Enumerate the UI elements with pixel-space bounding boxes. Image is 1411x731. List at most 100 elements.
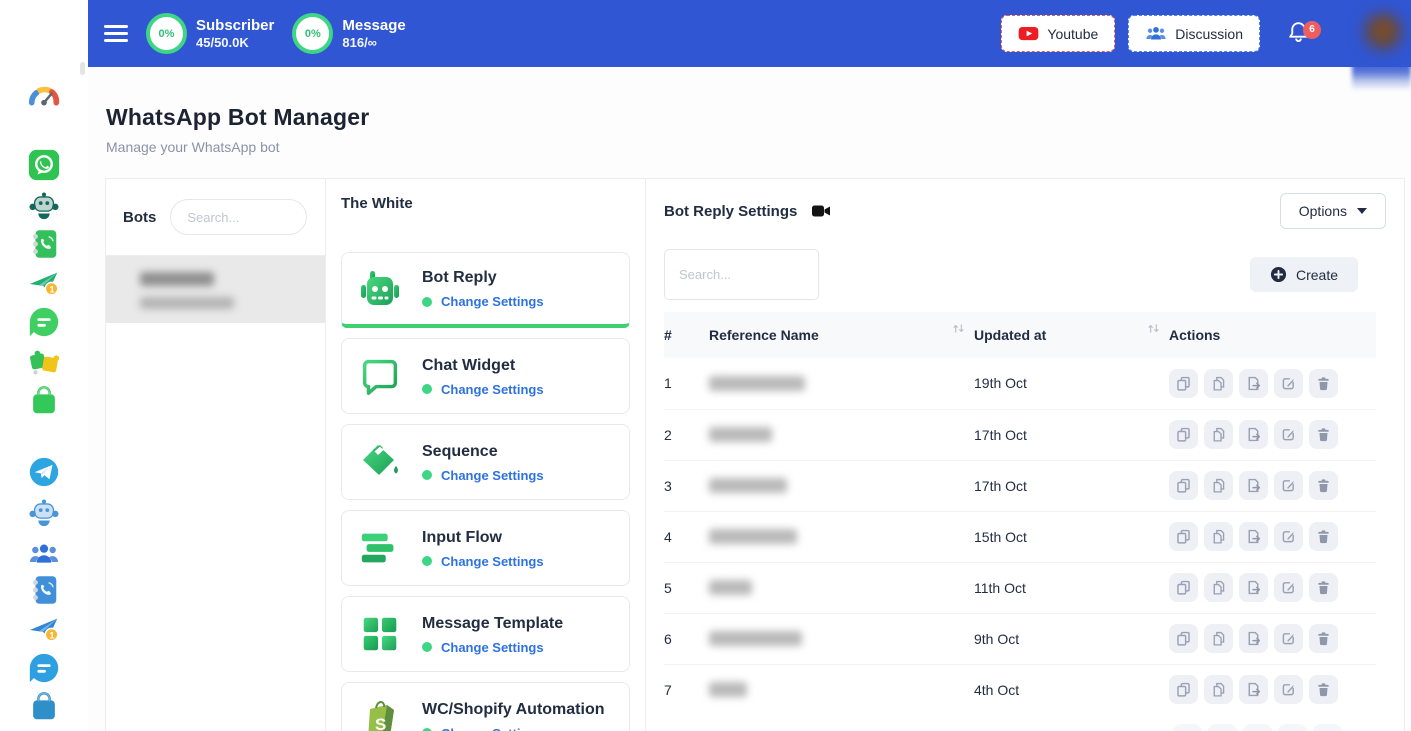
export-button[interactable]: [1239, 573, 1268, 602]
telegram-shop-icon[interactable]: [27, 690, 61, 724]
card-input-flow[interactable]: Input Flow Change Settings: [341, 510, 630, 586]
export-button[interactable]: [1239, 369, 1268, 398]
card-message-template[interactable]: Message Template Change Settings: [341, 596, 630, 672]
user-avatar[interactable]: [1352, 0, 1411, 67]
duplicate-button[interactable]: [1204, 624, 1233, 653]
copy-button[interactable]: [1169, 420, 1198, 449]
change-settings-link[interactable]: Change Settings: [422, 726, 605, 731]
page-title: WhatsApp Bot Manager: [106, 104, 1411, 131]
input-flow-icon: [356, 524, 404, 572]
duplicate-button[interactable]: [1208, 724, 1237, 731]
create-button[interactable]: Create: [1250, 257, 1358, 292]
edit-button[interactable]: [1274, 624, 1303, 653]
notifications-button[interactable]: 6: [1286, 19, 1311, 49]
row-number: 2: [664, 409, 709, 460]
export-button[interactable]: [1243, 724, 1272, 731]
updated-at-cell: 9th Oct: [974, 613, 1169, 664]
duplicate-button[interactable]: [1204, 420, 1233, 449]
table-row: 6 9th Oct: [664, 613, 1376, 664]
card-chat-widget[interactable]: Chat Widget Change Settings: [341, 338, 630, 414]
telegram-broadcast-icon[interactable]: [27, 612, 61, 646]
discussion-button-label: Discussion: [1175, 26, 1243, 42]
delete-button[interactable]: [1309, 675, 1338, 704]
duplicate-button[interactable]: [1204, 369, 1233, 398]
duplicate-button[interactable]: [1204, 573, 1233, 602]
delete-button[interactable]: [1313, 724, 1342, 731]
edit-button[interactable]: [1274, 573, 1303, 602]
change-settings-link[interactable]: Change Settings: [422, 294, 544, 309]
edit-button[interactable]: [1274, 522, 1303, 551]
edit-button[interactable]: [1274, 675, 1303, 704]
edit-button[interactable]: [1274, 420, 1303, 449]
copy-button[interactable]: [1169, 573, 1198, 602]
status-dot: [422, 297, 432, 307]
bot-list-item-selected[interactable]: [106, 256, 325, 323]
whatsapp-chat-icon[interactable]: [27, 305, 61, 339]
telegram-contacts-icon[interactable]: [27, 573, 61, 607]
discussion-button[interactable]: Discussion: [1128, 15, 1260, 52]
export-button[interactable]: [1239, 675, 1268, 704]
edit-button[interactable]: [1278, 724, 1307, 731]
message-label: Message: [342, 17, 405, 35]
duplicate-button[interactable]: [1204, 471, 1233, 500]
change-settings-link[interactable]: Change Settings: [422, 468, 544, 483]
telegram-chat-icon[interactable]: [27, 651, 61, 685]
duplicate-button[interactable]: [1204, 522, 1233, 551]
copy-button[interactable]: [1169, 675, 1198, 704]
column-header-reference-name[interactable]: Reference Name: [709, 312, 974, 358]
sidebar-scrollbar-thumb[interactable]: [80, 62, 85, 75]
message-value: 816/∞: [342, 35, 405, 51]
delete-button[interactable]: [1309, 471, 1338, 500]
sort-icon[interactable]: [1146, 321, 1161, 336]
options-button[interactable]: Options: [1280, 193, 1386, 229]
selected-bot-title: The White: [341, 195, 630, 212]
copy-button[interactable]: [1169, 624, 1198, 653]
edit-button[interactable]: [1274, 369, 1303, 398]
sort-icon[interactable]: [951, 321, 966, 336]
column-header-updated-at[interactable]: Updated at: [974, 312, 1169, 358]
whatsapp-bot-icon[interactable]: [27, 188, 61, 222]
telegram-icon[interactable]: [27, 455, 61, 489]
export-button[interactable]: [1239, 522, 1268, 551]
change-settings-link[interactable]: Change Settings: [422, 640, 563, 655]
card-bot-reply[interactable]: Bot Reply Change Settings: [341, 252, 630, 328]
telegram-groups-icon[interactable]: [27, 534, 61, 568]
edit-button[interactable]: [1274, 471, 1303, 500]
duplicate-button[interactable]: [1204, 675, 1233, 704]
whatsapp-broadcast-icon[interactable]: [27, 266, 61, 300]
shopify-icon: [356, 696, 404, 731]
card-wc-shopify-automation[interactable]: WC/Shopify Automation Change Settings: [341, 682, 630, 731]
copy-button[interactable]: [1173, 724, 1202, 731]
video-tutorial-icon[interactable]: [811, 203, 831, 219]
bots-search-input[interactable]: [170, 199, 307, 235]
integrations-puzzle-icon[interactable]: [27, 345, 61, 379]
table-search-input[interactable]: [664, 249, 819, 300]
delete-button[interactable]: [1309, 369, 1338, 398]
change-settings-link[interactable]: Change Settings: [422, 554, 544, 569]
copy-button[interactable]: [1169, 522, 1198, 551]
export-button[interactable]: [1239, 624, 1268, 653]
dashboard-gauge-icon[interactable]: [27, 80, 61, 114]
delete-button[interactable]: [1309, 522, 1338, 551]
discussion-icon: [1145, 25, 1167, 42]
menu-toggle-button[interactable]: [104, 21, 128, 47]
reference-name-redacted: [709, 376, 805, 391]
change-settings-link[interactable]: Change Settings: [422, 382, 544, 397]
delete-button[interactable]: [1309, 420, 1338, 449]
copy-button[interactable]: [1169, 369, 1198, 398]
column-header-number[interactable]: #: [664, 312, 709, 358]
whatsapp-icon[interactable]: [27, 148, 61, 182]
telegram-bot-icon[interactable]: [27, 495, 61, 529]
updated-at-cell: 19th Oct: [974, 358, 1169, 409]
export-button[interactable]: [1239, 420, 1268, 449]
delete-button[interactable]: [1309, 624, 1338, 653]
subscriber-percent: 0%: [159, 28, 175, 40]
copy-button[interactable]: [1169, 471, 1198, 500]
card-title: Chat Widget: [422, 356, 544, 376]
delete-button[interactable]: [1309, 573, 1338, 602]
card-sequence[interactable]: Sequence Change Settings: [341, 424, 630, 500]
whatsapp-shop-icon[interactable]: [27, 384, 61, 418]
export-button[interactable]: [1239, 471, 1268, 500]
whatsapp-contacts-icon[interactable]: [27, 227, 61, 261]
youtube-button[interactable]: Youtube: [1001, 15, 1115, 52]
